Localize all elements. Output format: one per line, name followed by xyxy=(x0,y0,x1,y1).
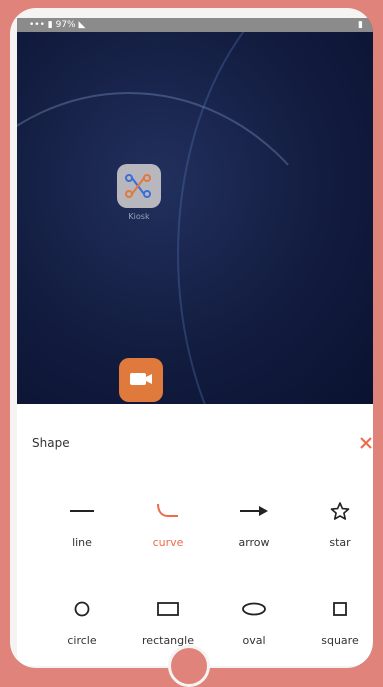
shape-label: line xyxy=(72,536,92,549)
shape-panel: Shape line curve arrow star circle recta… xyxy=(17,404,373,666)
bottom-badge xyxy=(168,645,210,687)
shape-curve-button[interactable]: curve xyxy=(128,500,208,556)
shape-label: curve xyxy=(152,536,184,549)
network-graph-icon[interactable] xyxy=(117,164,161,208)
shape-square-button[interactable]: square xyxy=(300,598,373,654)
shape-line-button[interactable]: line xyxy=(42,500,122,556)
shape-label: rectangle xyxy=(142,634,194,647)
close-icon[interactable] xyxy=(357,434,373,452)
shape-label: arrow xyxy=(238,536,270,549)
star-icon xyxy=(300,500,373,522)
shape-label: oval xyxy=(242,634,266,647)
status-left: ••• ▮ 97% ◣ xyxy=(29,20,86,30)
line-icon xyxy=(42,500,122,522)
shape-label: circle xyxy=(67,634,97,647)
panel-title: Shape xyxy=(32,436,70,450)
battery-icon: ▮ xyxy=(358,20,363,30)
arrow-icon xyxy=(214,500,294,522)
wallpaper-arc xyxy=(177,32,373,404)
curve-icon xyxy=(128,500,208,522)
phone-screen: ••• ▮ 97% ◣ ▮ Kiosk Shape line curve arr… xyxy=(17,18,373,666)
app-label: Kiosk xyxy=(128,212,150,221)
video-camera-icon[interactable] xyxy=(119,358,163,402)
shape-label: star xyxy=(329,536,351,549)
home-wallpaper xyxy=(17,32,373,404)
shape-arrow-button[interactable]: arrow xyxy=(214,500,294,556)
square-icon xyxy=(300,598,373,620)
shape-star-button[interactable]: star xyxy=(300,500,373,556)
device-frame: ••• ▮ 97% ◣ ▮ Kiosk Shape line curve arr… xyxy=(10,8,373,668)
shape-oval-button[interactable]: oval xyxy=(214,598,294,654)
status-bar: ••• ▮ 97% ◣ ▮ xyxy=(17,18,373,32)
shape-circle-button[interactable]: circle xyxy=(42,598,122,654)
rectangle-icon xyxy=(128,598,208,620)
oval-icon xyxy=(214,598,294,620)
circle-icon xyxy=(42,598,122,620)
shape-label: square xyxy=(321,634,359,647)
